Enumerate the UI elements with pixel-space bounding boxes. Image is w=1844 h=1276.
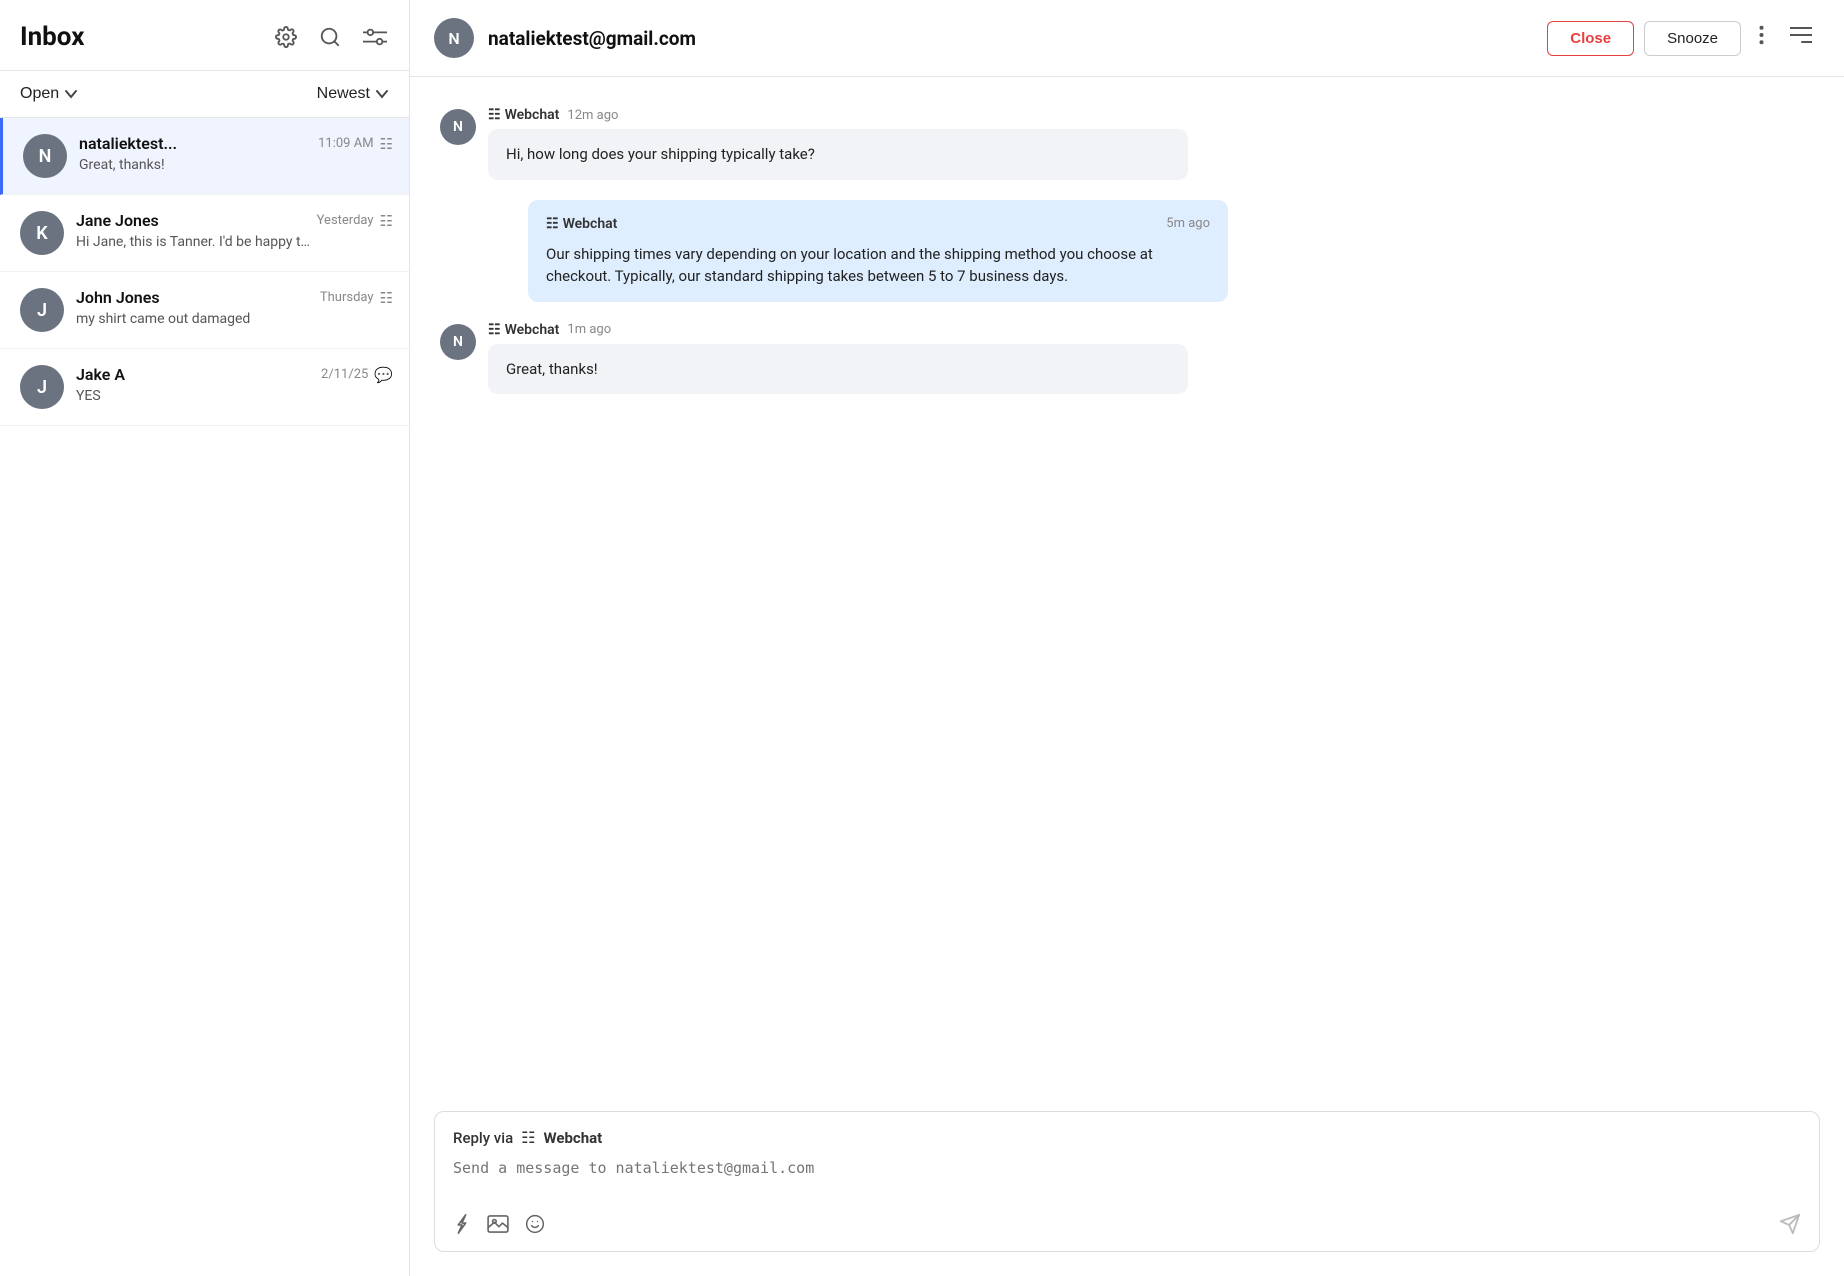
conversation-name: Jake A <box>76 365 125 384</box>
conversation-content: Jane Jones Yesterday ☷ Hi Jane, this is … <box>76 211 393 250</box>
conversation-item[interactable]: K Jane Jones Yesterday ☷ Hi Jane, this i… <box>0 195 409 272</box>
image-icon <box>487 1215 509 1233</box>
filter-button[interactable] <box>361 24 389 50</box>
image-button[interactable] <box>487 1215 509 1233</box>
channel-icon: ☷ <box>380 212 393 230</box>
contact-avatar: N <box>434 18 474 58</box>
sort-filter[interactable]: Newest <box>317 85 389 103</box>
panel-icon <box>1790 26 1812 44</box>
emoji-button[interactable] <box>525 1214 545 1234</box>
message-avatar: N <box>440 324 476 360</box>
lightning-icon <box>453 1213 471 1235</box>
search-button[interactable] <box>317 24 343 50</box>
message-group-response: ☷ Webchat 5m ago Our shipping times vary… <box>488 200 1814 302</box>
channel-icon: 💬 <box>374 366 393 384</box>
message-group: N ☷ Webchat 1m ago Great, thanks! <box>440 322 1814 395</box>
filter-bar: Open Newest <box>0 71 409 118</box>
conversation-item[interactable]: J Jake A 2/11/25 💬 YES <box>0 349 409 426</box>
message-source: ☷ Webchat <box>488 322 559 338</box>
reply-toolbar <box>453 1213 1801 1235</box>
search-icon <box>319 26 341 48</box>
conversation-preview: Hi Jane, this is Tanner. I'd be happy to… <box>76 234 316 250</box>
avatar: K <box>20 211 64 255</box>
message-time: 12m ago <box>567 108 618 123</box>
panel-toggle-button[interactable] <box>1782 22 1820 54</box>
filter-icon <box>363 26 387 48</box>
reply-area: Reply via ☷ Webchat <box>434 1111 1820 1252</box>
channel-icon: ☷ <box>380 289 393 307</box>
conversation-item[interactable]: J John Jones Thursday ☷ my shirt came ou… <box>0 272 409 349</box>
settings-button[interactable] <box>273 24 299 50</box>
send-icon <box>1779 1213 1801 1235</box>
avatar: J <box>20 365 64 409</box>
inbox-icon-group <box>273 24 389 50</box>
conversation-name: John Jones <box>76 288 160 307</box>
emoji-icon <box>525 1214 545 1234</box>
conversation-content: Jake A 2/11/25 💬 YES <box>76 365 393 404</box>
webchat-icon: ☷ <box>546 214 559 235</box>
snooze-button[interactable]: Snooze <box>1644 21 1741 56</box>
close-button[interactable]: Close <box>1547 21 1634 56</box>
status-label: Open <box>20 85 59 103</box>
message-source: ☷ Webchat <box>546 214 617 235</box>
header-actions: Close Snooze <box>1547 21 1820 56</box>
message-bubble-response: ☷ Webchat 5m ago Our shipping times vary… <box>528 200 1228 302</box>
conversation-time: Thursday <box>320 290 374 305</box>
status-filter[interactable]: Open <box>20 85 78 103</box>
message-source: ☷ Webchat <box>488 107 559 123</box>
conversation-time: Yesterday <box>317 213 374 228</box>
conversation-time: 2/11/25 <box>321 367 368 382</box>
chevron-down-icon-2 <box>375 87 389 101</box>
conversation-header: N nataliektest@gmail.com Close Snooze <box>410 0 1844 77</box>
conversation-preview: my shirt came out damaged <box>76 311 316 327</box>
conversation-time: 11:09 AM <box>318 136 373 151</box>
message-time: 5m ago <box>1166 214 1210 234</box>
ellipsis-vertical-icon <box>1759 25 1764 45</box>
conversation-content: John Jones Thursday ☷ my shirt came out … <box>76 288 393 327</box>
conversation-name: nataliektest... <box>79 134 177 153</box>
channel-icon: ☷ <box>380 135 393 153</box>
webchat-icon: ☷ <box>488 322 501 338</box>
reply-channel-icon: ☷ <box>521 1128 535 1147</box>
more-options-button[interactable] <box>1751 21 1772 55</box>
reply-channel-label: Webchat <box>544 1129 603 1147</box>
reply-via: Reply via ☷ Webchat <box>453 1128 1801 1147</box>
conversation-content: nataliektest... 11:09 AM ☷ Great, thanks… <box>79 134 393 173</box>
webchat-icon: ☷ <box>488 107 501 123</box>
inbox-title: Inbox <box>20 22 84 52</box>
quick-reply-button[interactable] <box>453 1213 471 1235</box>
message-avatar: N <box>440 109 476 145</box>
avatar: J <box>20 288 64 332</box>
inbox-header: Inbox <box>0 0 409 71</box>
sort-label: Newest <box>317 85 370 103</box>
left-panel: Inbox <box>0 0 410 1276</box>
conversation-preview: YES <box>76 388 316 404</box>
reply-input[interactable] <box>453 1159 1801 1195</box>
conversation-preview: Great, thanks! <box>79 157 319 173</box>
message-time: 1m ago <box>567 322 611 337</box>
conversation-item[interactable]: N nataliektest... 11:09 AM ☷ Great, than… <box>0 118 409 195</box>
contact-email: nataliektest@gmail.com <box>488 27 1533 50</box>
conversation-list: N nataliektest... 11:09 AM ☷ Great, than… <box>0 118 409 1276</box>
right-panel: N nataliektest@gmail.com Close Snooze <box>410 0 1844 1276</box>
messages-area: N ☷ Webchat 12m ago Hi, how long does yo… <box>410 77 1844 1111</box>
gear-icon <box>275 26 297 48</box>
send-button[interactable] <box>1779 1213 1801 1235</box>
message-bubble: Great, thanks! <box>488 344 1188 395</box>
avatar: N <box>23 134 67 178</box>
chevron-down-icon <box>64 87 78 101</box>
conversation-name: Jane Jones <box>76 211 159 230</box>
message-bubble: Hi, how long does your shipping typicall… <box>488 129 1188 180</box>
message-group: N ☷ Webchat 12m ago Hi, how long does yo… <box>440 107 1814 180</box>
